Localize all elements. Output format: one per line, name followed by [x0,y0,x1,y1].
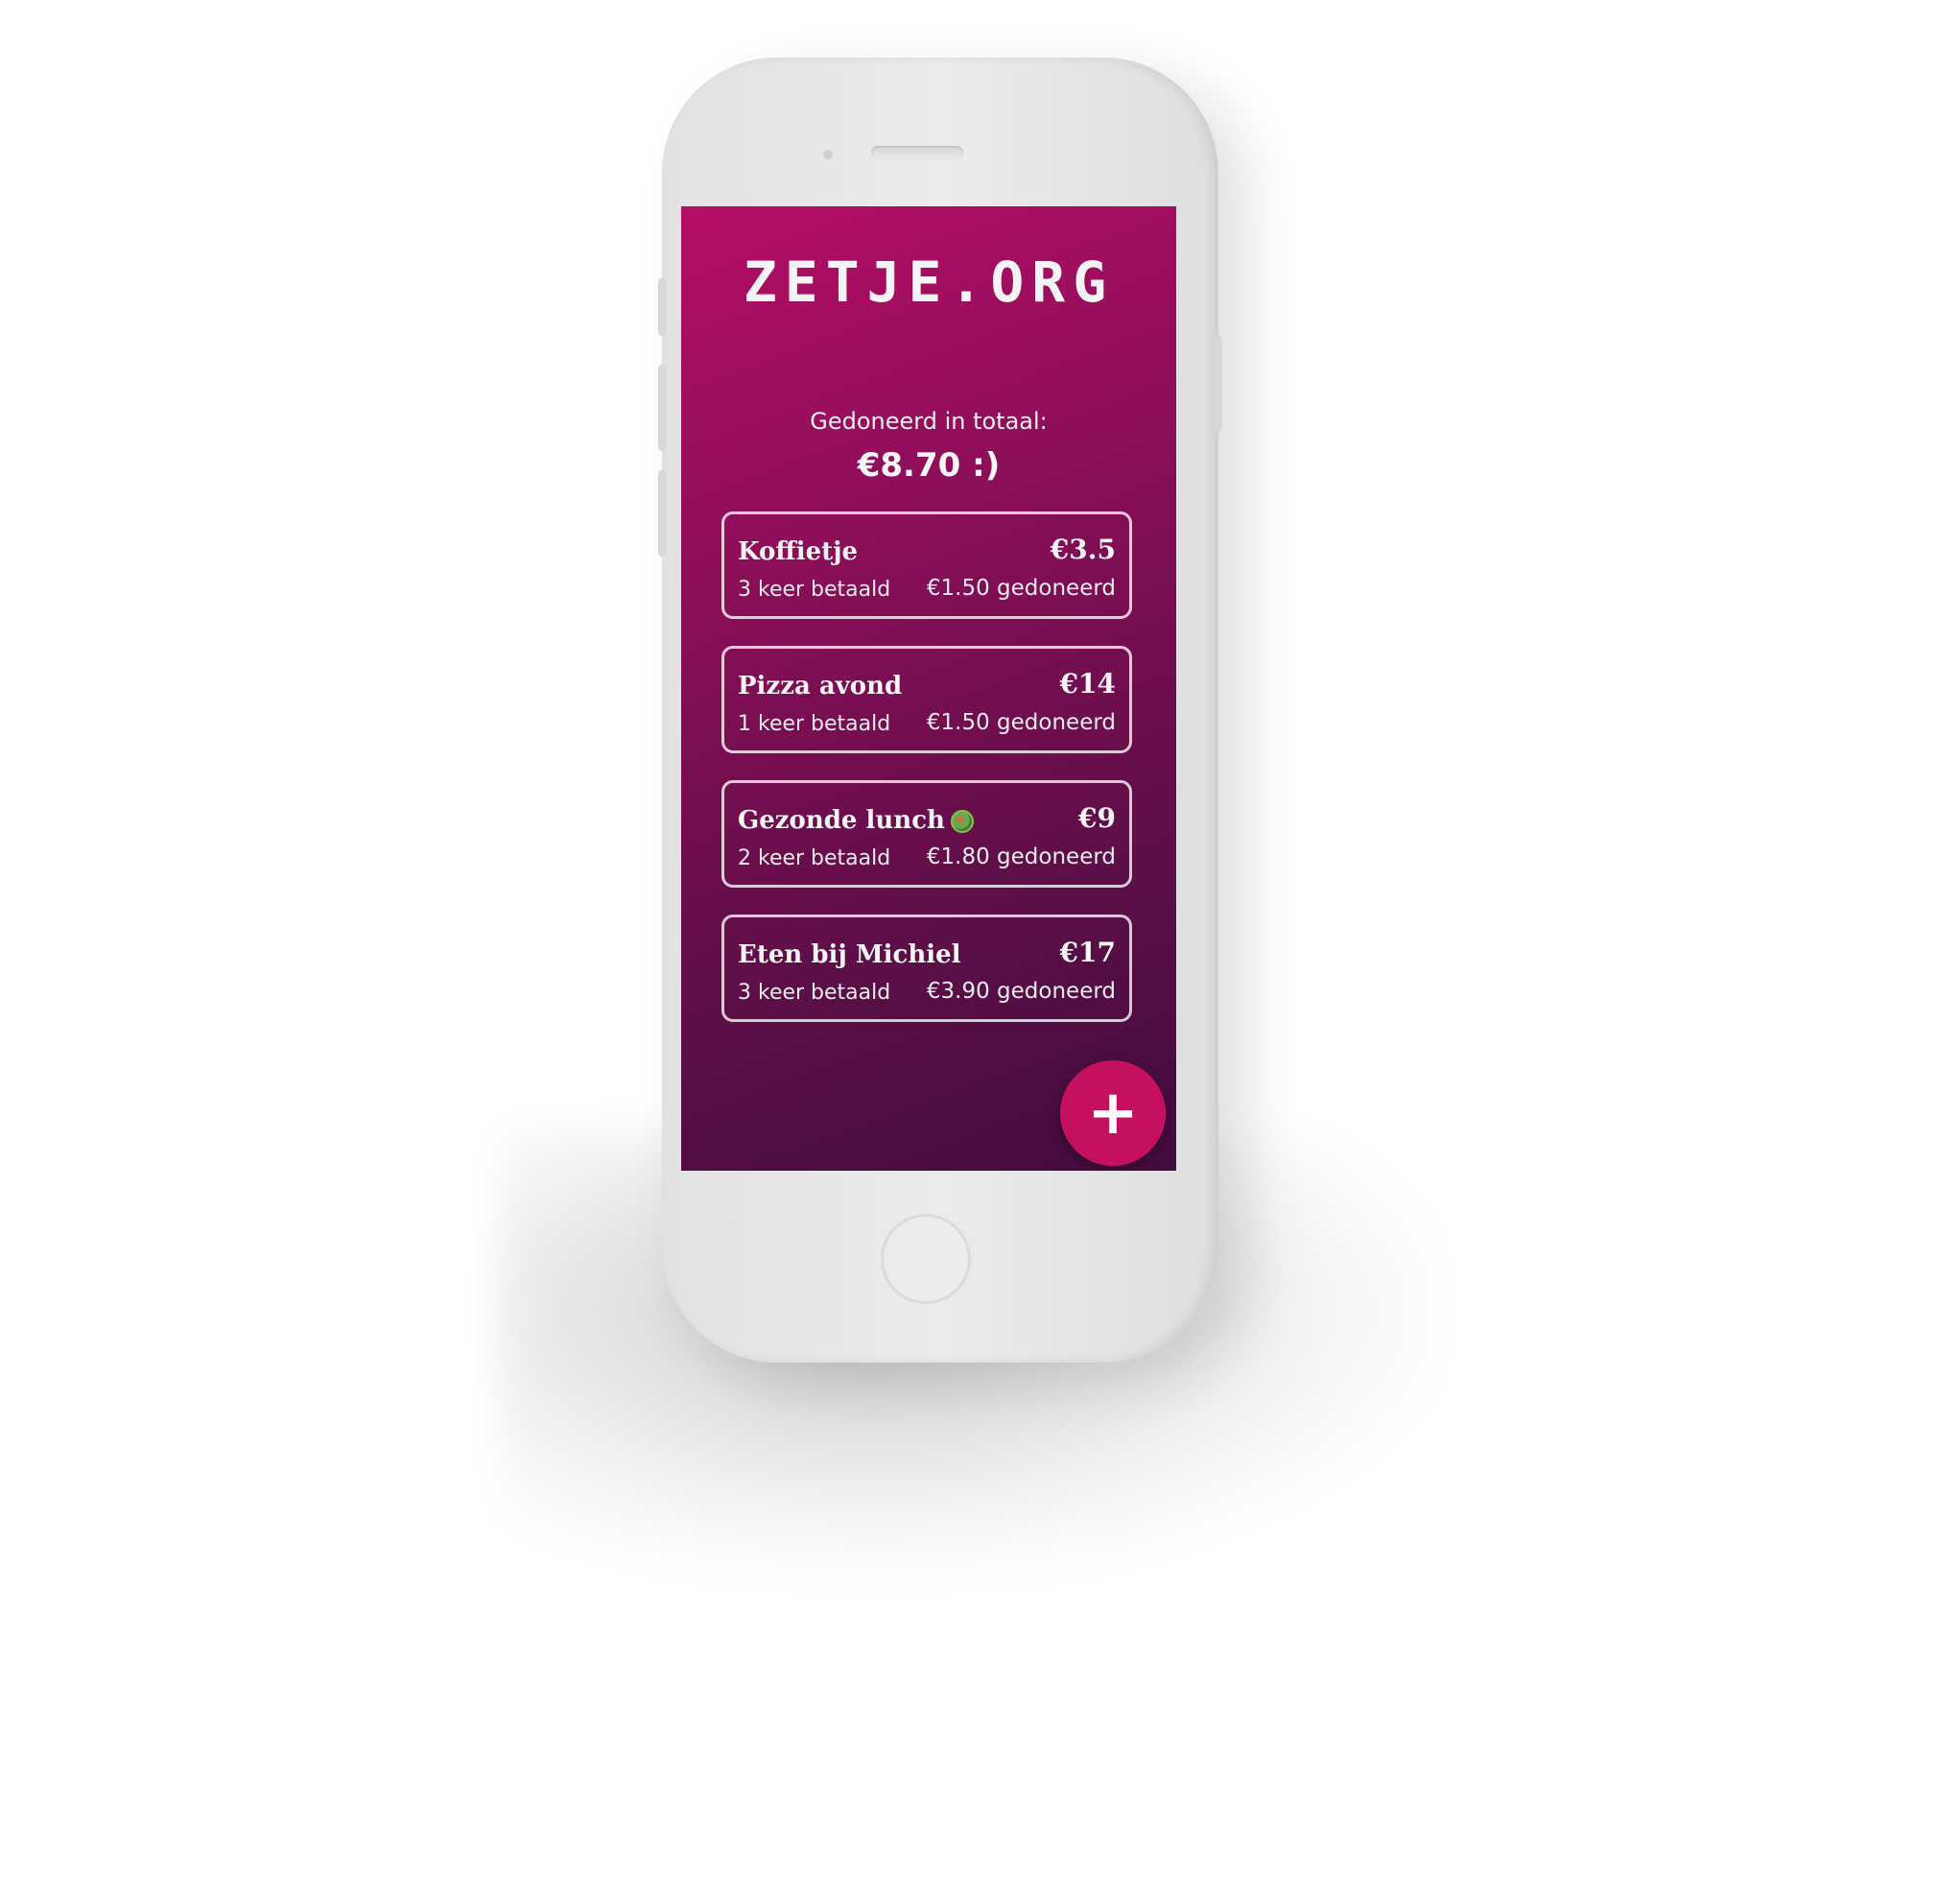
total-donated-value: €8.70 :) [857,446,1001,485]
scene: ZETJE.ORG Gedoneerd in totaal: €8.70 :) … [0,0,1960,1877]
item-donated: €3.90 gedoneerd [926,979,1116,1004]
item-card-pizza-avond[interactable]: Pizza avond €14 1 keer betaald €1.50 ged… [721,646,1132,753]
home-button[interactable] [881,1214,971,1304]
item-pay-count: 3 keer betaald [738,981,891,1005]
item-card-koffietje[interactable]: Koffietje €3.5 3 keer betaald €1.50 gedo… [721,511,1132,619]
side-button [658,278,666,336]
salad-icon [950,810,974,833]
item-pay-count: 2 keer betaald [738,846,891,870]
item-price: €14 [1059,668,1116,700]
item-name: Pizza avond [738,672,903,701]
item-pay-count: 1 keer betaald [738,712,891,736]
item-card-eten-bij-michiel[interactable]: Eten bij Michiel €17 3 keer betaald €3.9… [721,915,1132,1022]
item-name: Eten bij Michiel [738,940,961,969]
app-logo: ZETJE.ORG [743,249,1115,315]
item-price: €17 [1059,937,1116,968]
item-donated: €1.50 gedoneerd [926,710,1116,735]
phone-frame: ZETJE.ORG Gedoneerd in totaal: €8.70 :) … [658,58,1222,1363]
plus-icon: + [1087,1078,1139,1149]
item-pay-count: 3 keer betaald [738,578,891,602]
item-price: €9 [1078,802,1116,834]
item-card-gezonde-lunch[interactable]: Gezonde lunch €9 2 keer betaald €1.80 ge… [721,780,1132,888]
app-screen: ZETJE.ORG Gedoneerd in totaal: €8.70 :) … [681,206,1176,1171]
volume-up-button [658,365,666,451]
add-item-button[interactable]: + [1060,1060,1166,1166]
volume-down-button [658,470,666,557]
item-name-text: Gezonde lunch [738,806,945,835]
item-donated: €1.80 gedoneerd [926,844,1116,869]
earpiece-speaker [871,146,963,159]
front-camera [823,150,833,159]
item-name: Gezonde lunch [738,806,974,835]
power-button [1215,336,1222,432]
item-price: €3.5 [1050,534,1116,565]
total-donated-label: Gedoneerd in totaal: [810,408,1048,435]
item-name: Koffietje [738,537,859,566]
item-donated: €1.50 gedoneerd [926,576,1116,601]
